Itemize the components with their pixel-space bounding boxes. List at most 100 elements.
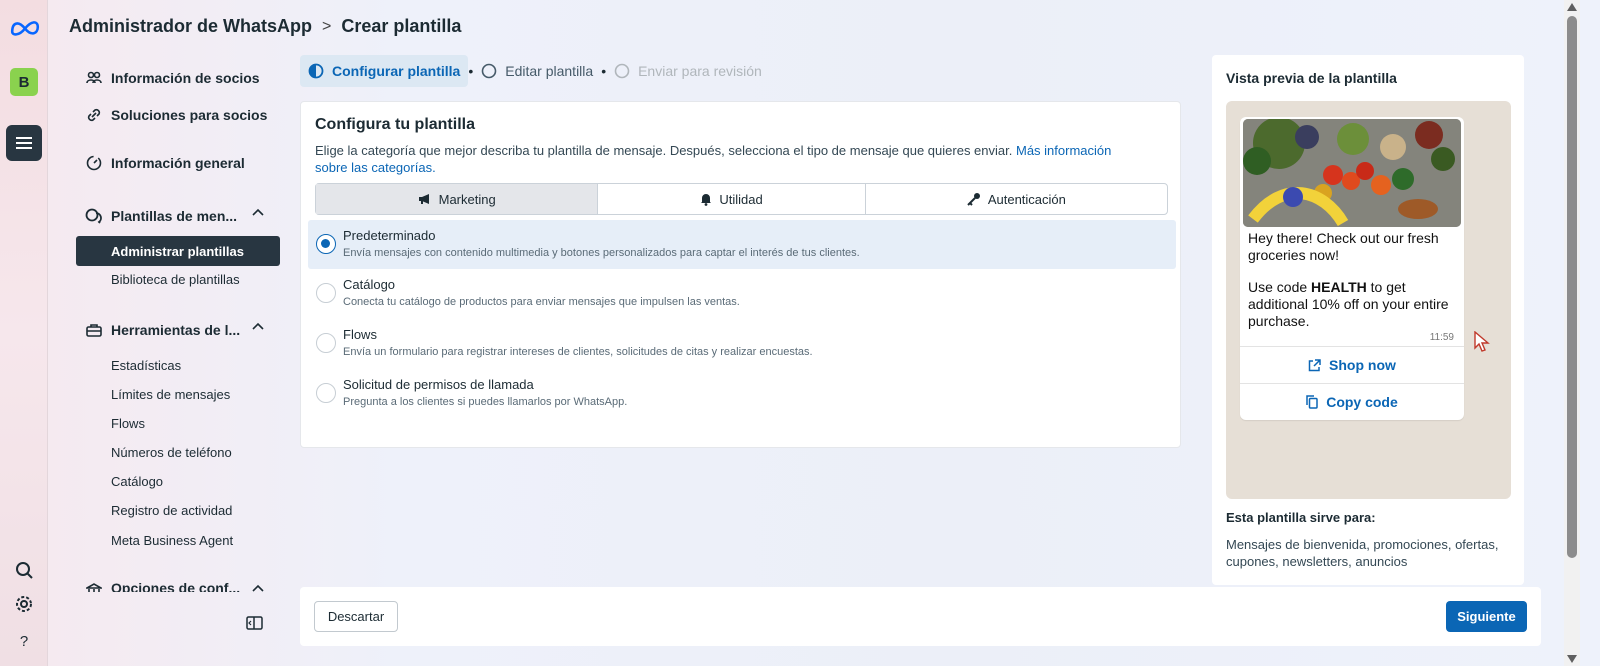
chat-background: Hey there! Check out our fresh groceries… <box>1226 101 1511 499</box>
sidebar-item-message-limits[interactable]: Límites de mensajes <box>111 387 230 402</box>
copy-icon <box>1306 395 1318 409</box>
sidebar-item-activity-log[interactable]: Registro de actividad <box>111 503 232 518</box>
option-description: Pregunta a los clientes si puedes llamar… <box>343 396 628 408</box>
help-icon[interactable]: ? <box>14 631 34 651</box>
page-title: Crear plantilla <box>341 16 462 36</box>
category-utility[interactable]: Utilidad <box>598 184 866 214</box>
radio-button[interactable] <box>316 333 336 353</box>
sidebar-item-manage-templates[interactable]: Administrar plantillas <box>76 236 280 266</box>
external-link-icon <box>1308 358 1321 371</box>
discard-button[interactable]: Descartar <box>314 601 398 632</box>
groceries-image <box>1243 119 1461 227</box>
option-description: Envía un formulario para registrar inter… <box>343 346 813 358</box>
circle-icon <box>481 63 497 79</box>
scroll-down-icon[interactable] <box>1567 655 1577 663</box>
category-label: Marketing <box>438 191 496 207</box>
partners-icon <box>84 68 104 88</box>
category-authentication[interactable]: Autenticación <box>866 184 1167 214</box>
sidebar-item-statistics[interactable]: Estadísticas <box>111 358 181 373</box>
chevron-right-icon: > <box>322 17 332 35</box>
description-text: Elige la categoría que mejor describa tu… <box>315 143 1013 158</box>
sidebar-item-phone-numbers[interactable]: Números de teléfono <box>111 445 232 460</box>
scroll-up-icon[interactable] <box>1567 3 1577 11</box>
templates-icon <box>84 206 104 226</box>
chevron-up-icon[interactable] <box>252 208 264 216</box>
sidebar-item-label: Información general <box>111 155 245 171</box>
radio-button[interactable] <box>316 383 336 403</box>
shop-now-button[interactable]: Shop now <box>1240 346 1464 383</box>
left-rail: B ? <box>0 0 48 666</box>
step-label: Editar plantilla <box>505 63 594 79</box>
footer-bar: Descartar Siguiente <box>300 587 1541 646</box>
sidebar-item-message-templates[interactable]: Plantillas de men... <box>76 206 280 226</box>
category-selector: Marketing Utilidad Autenticación <box>315 183 1168 215</box>
sidebar-item-overview[interactable]: Información general <box>76 153 280 173</box>
step-configure[interactable]: Configurar plantilla <box>300 55 469 87</box>
sidebar-item-label: Información de socios <box>111 70 260 86</box>
app-title[interactable]: Administrador de WhatsApp <box>69 16 312 37</box>
meta-logo-icon[interactable] <box>9 17 41 37</box>
button-label: Copy code <box>1326 394 1398 410</box>
header-image <box>1243 119 1461 227</box>
preview-title: Vista previa de la plantilla <box>1226 70 1397 86</box>
sidebar-item-template-library[interactable]: Biblioteca de plantillas <box>111 272 240 287</box>
config-card: Configura tu plantilla Elige la categorí… <box>300 101 1181 448</box>
overview-icon <box>84 153 104 173</box>
key-icon <box>967 193 980 206</box>
sidebar-item-label: Opciones de conf... <box>111 580 241 592</box>
message-text: Hey there! Check out our fresh groceries… <box>1240 227 1464 330</box>
category-label: Autenticación <box>987 191 1066 207</box>
sidebar-item-tools[interactable]: Herramientas de l... <box>76 320 280 340</box>
category-marketing[interactable]: Marketing <box>316 184 599 214</box>
circle-icon <box>614 63 630 79</box>
message-line: Use code HEALTH to get additional 10% of… <box>1248 279 1449 329</box>
config-description: Elige la categoría que mejor describa tu… <box>315 142 1145 176</box>
option-default[interactable]: Predeterminado Envía mensajes con conten… <box>308 220 1176 269</box>
option-flows[interactable]: Flows Envía un formulario para registrar… <box>308 319 1176 368</box>
sidebar-item-flows[interactable]: Flows <box>111 416 145 431</box>
chevron-up-icon[interactable] <box>252 584 264 592</box>
sidebar-item-config-options[interactable]: Opciones de conf... <box>76 580 280 592</box>
radio-button[interactable] <box>316 234 336 254</box>
link-icon <box>84 105 104 125</box>
template-preview: Vista previa de la plantilla Hey there! … <box>1212 55 1524 585</box>
option-title: Solicitud de permisos de llamada <box>343 377 534 392</box>
mouse-cursor-icon <box>1474 331 1490 352</box>
sidebar-item-label: Herramientas de l... <box>111 322 241 338</box>
settings-bank-icon <box>84 580 104 592</box>
config-title: Configura tu plantilla <box>315 116 475 133</box>
megaphone-icon <box>418 194 429 204</box>
sidebar-item-label: Plantillas de men... <box>111 208 238 224</box>
menu-button[interactable] <box>6 125 42 161</box>
chevron-up-icon[interactable] <box>252 322 264 330</box>
collapse-sidebar-icon[interactable] <box>246 616 263 630</box>
hamburger-icon <box>16 137 32 149</box>
use-case-text: Mensajes de bienvenida, promociones, ofe… <box>1226 537 1499 569</box>
option-catalog[interactable]: Catálogo Conecta tu catálogo de producto… <box>308 269 1176 318</box>
option-call-permission[interactable]: Solicitud de permisos de llamada Pregunt… <box>308 369 1176 418</box>
step-edit[interactable]: Editar plantilla <box>473 55 601 87</box>
business-avatar[interactable]: B <box>10 68 38 96</box>
toolbox-icon <box>84 320 104 340</box>
step-submit[interactable]: Enviar para revisión <box>606 55 770 87</box>
promo-code: HEALTH <box>1311 279 1367 295</box>
sidebar-item-partner-solutions[interactable]: Soluciones para socios <box>76 105 280 125</box>
gear-icon[interactable] <box>14 594 34 614</box>
breadcrumb: Administrador de WhatsApp > Crear planti… <box>69 16 461 37</box>
copy-code-button[interactable]: Copy code <box>1240 383 1464 420</box>
radio-button[interactable] <box>316 283 336 303</box>
scrollbar[interactable] <box>1564 0 1580 666</box>
option-title: Catálogo <box>343 277 396 292</box>
sidebar-item-label: Soluciones para socios <box>111 107 268 123</box>
message-bubble: Hey there! Check out our fresh groceries… <box>1240 117 1464 420</box>
scrollbar-thumb[interactable] <box>1567 16 1577 558</box>
sidebar-item-partner-info[interactable]: Información de socios <box>76 68 280 88</box>
search-icon[interactable] <box>14 560 34 580</box>
sidebar-item-business-agent[interactable]: Meta Business Agent <box>111 533 233 548</box>
next-button[interactable]: Siguiente <box>1446 601 1527 632</box>
sidebar-item-catalog[interactable]: Catálogo <box>111 474 163 489</box>
option-description: Conecta tu catálogo de productos para en… <box>343 296 740 308</box>
use-case-title: Esta plantilla sirve para: <box>1226 510 1376 525</box>
bell-icon <box>701 193 712 206</box>
option-title: Predeterminado <box>343 228 436 243</box>
